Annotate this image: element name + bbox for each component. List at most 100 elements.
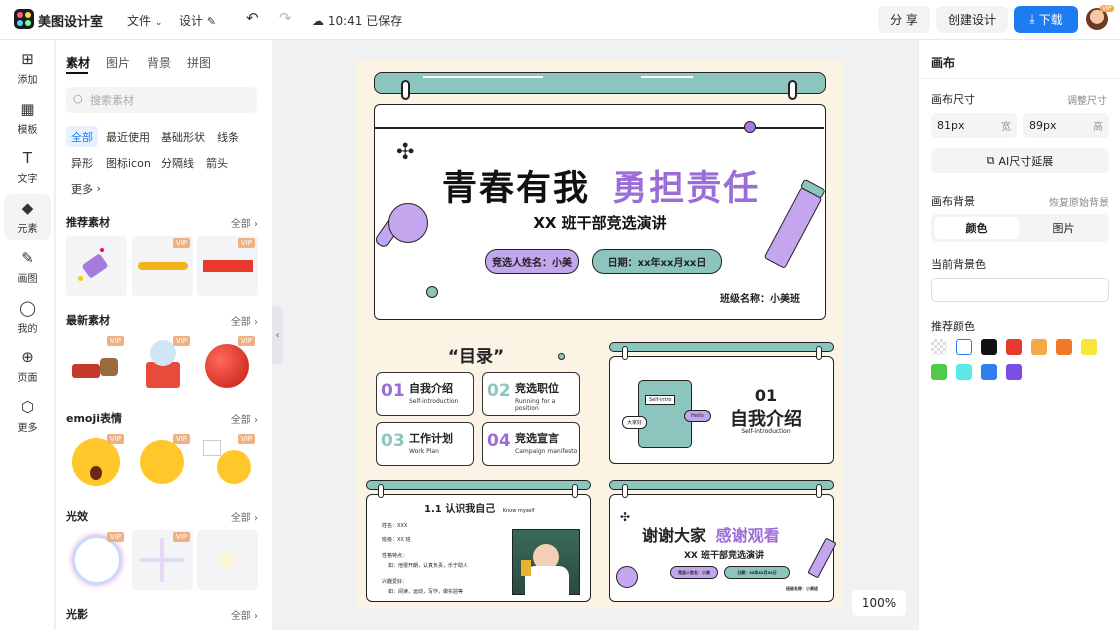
shapes-icon: ◆ [21,199,34,218]
current-bg-swatch[interactable] [931,278,1109,302]
right-panel: 画布 画布尺寸 调整尺寸 81px 宽 89px 高 ⧉ AI尺寸延展 画布背景 恢复… [918,40,1120,630]
nav-label: 元素 [17,224,38,236]
section-light-all[interactable]: 全部 › [231,509,258,524]
chip-more[interactable]: 更多 › [66,178,106,199]
color-swatch[interactable] [981,364,997,380]
color-swatch[interactable] [1056,339,1072,355]
thanks-subtitle: XX 班干部竞选演讲 [683,551,764,561]
width-input[interactable]: 81px 宽 [931,113,1017,138]
chip-basic-shapes[interactable]: 基础形状 [156,126,210,147]
section-recommended-all[interactable]: 全部 › [231,215,258,230]
thanks-slide[interactable]: ✣ 谢谢大家 感谢观看 XX 班干部竞选演讲 竞选人姓名：小美 日期：xx年xx… [604,476,844,608]
color-swatch[interactable] [1031,339,1047,355]
zoom-level: 100% [861,596,897,610]
chip-lines[interactable]: 线条 [212,126,244,147]
seg-color[interactable]: 颜色 [934,217,1019,239]
file-menu[interactable]: 文件 ⌄ [127,12,162,29]
save-status: ☁ 10:41 已保存 [312,14,403,28]
download-button[interactable]: ⤓ 下载 [1014,6,1078,33]
asset-thumb[interactable]: VIP [197,236,258,296]
class-name: 班级名称：小美班 [720,294,800,305]
color-swatch[interactable] [1006,339,1022,355]
create-design-button[interactable]: 创建设计 [936,6,1008,33]
restore-bg-link[interactable]: 恢复原始背景 [1049,194,1109,209]
color-swatch[interactable] [956,339,972,355]
nav-shapes[interactable]: ◆ 元素 [4,194,51,241]
search-input[interactable]: ○ 搜索素材 [66,87,257,113]
nav-draw[interactable]: ✎ 画图 [0,244,55,290]
zoom-control[interactable]: 100% [852,590,906,616]
color-swatch[interactable] [931,364,947,380]
nav-page-add[interactable]: ⊕ 页面 [0,343,55,389]
ai-extend-button[interactable]: ⧉ AI尺寸延展 [931,148,1109,173]
nav-user[interactable]: ◯ 我的 [0,294,55,340]
cover-subtitle: XX 班干部竞选演讲 [533,214,667,232]
section-emoji-title: emoji表情 [66,412,123,425]
color-swatch[interactable] [931,339,947,355]
asset-thumb[interactable]: VIP [132,432,193,492]
sparkle-icon: ✣ [396,140,415,165]
intro-slide[interactable]: Self-intro 大家好 Hello 01 自我介绍 Self-introd… [604,336,844,470]
know-slide[interactable]: 1.1 认识我自己 Know myself 姓名：XXX 班级：XX 班性格特点：… [356,476,596,608]
know-line: 班级：XX 班 [382,537,411,543]
top-binder-bar [374,72,826,94]
nav-label: 文字 [17,174,38,186]
cloud-icon: ☁ [312,14,324,28]
color-swatch[interactable] [1006,364,1022,380]
design-menu[interactable]: 设计 ✎ [179,12,216,29]
asset-thumb[interactable]: VIP [132,530,193,590]
asset-thumb[interactable] [197,530,258,590]
resize-link[interactable]: 调整尺寸 [1067,92,1107,107]
asset-thumb[interactable]: VIP [132,236,193,296]
chip-irregular[interactable]: 异形 [66,152,98,173]
nav-cube[interactable]: ⬡ 更多 [0,393,55,439]
intro-sub: Self-introduction [741,428,791,435]
color-swatch[interactable] [981,339,997,355]
nav-text[interactable]: T 文字 [0,144,55,190]
share-button[interactable]: 分 享 [878,6,930,33]
section-shadow-all[interactable]: 全部 › [231,607,258,622]
nav-label: 页面 [17,373,38,385]
binder-bar [366,480,591,490]
toc-slide[interactable]: “目录” 01 自我介绍 Self-introduction 02 竞选职位 Runnin… [356,336,596,470]
binder-ring [816,484,822,498]
asset-thumb[interactable]: VIP [197,334,258,394]
cover-slide[interactable]: ✣ 青春有我 勇担责任 XX 班干部竞选演讲 竞选人姓名：小美 日期：xx年xx… [356,60,844,332]
asset-thumb[interactable]: VIP [66,432,127,492]
app-logo-icon[interactable] [14,9,34,29]
chip-arrows[interactable]: 箭头 [201,152,233,173]
chip-dividers[interactable]: 分隔线 [156,152,199,173]
seg-image[interactable]: 图片 [1021,217,1106,239]
microphone-head [388,203,428,243]
tab-images[interactable]: 图片 [106,54,130,71]
height-input[interactable]: 89px 高 [1023,113,1109,138]
cover-title-black: 青春有我 [442,169,591,209]
collapse-panel-button[interactable]: ‹ [272,306,283,364]
redo-icon[interactable]: ↷ [279,9,292,27]
tab-backgrounds[interactable]: 背景 [147,54,171,71]
chevron-left-icon: ‹ [275,329,280,341]
user-icon: ◯ [19,298,36,317]
canvas-bg-label: 画布背景 [931,195,975,208]
asset-thumb[interactable]: VIP [66,334,127,394]
undo-icon[interactable]: ↶ [246,9,259,27]
tab-materials[interactable]: 素材 [66,54,90,71]
chip-icons[interactable]: 图标icon [101,152,156,173]
nav-template[interactable]: ▦ 模板 [0,95,55,141]
know-line: 性格特点： [382,553,408,559]
color-swatch[interactable] [1081,339,1097,355]
section-newest-all[interactable]: 全部 › [231,313,258,328]
asset-thumb[interactable]: VIP [132,334,193,394]
section-emoji-all[interactable]: 全部 › [231,411,258,426]
asset-thumb[interactable]: VIP [197,432,258,492]
design-canvas[interactable]: ✣ 青春有我 勇担责任 XX 班干部竞选演讲 竞选人姓名：小美 日期：xx年xx… [356,60,844,608]
chip-all[interactable]: 全部 [66,126,98,147]
color-swatch[interactable] [956,364,972,380]
binder-ring [788,80,797,100]
know-line: 兴趣爱好： [382,579,408,585]
chip-recent[interactable]: 最近使用 [101,126,155,147]
asset-thumb[interactable] [66,236,127,296]
tab-collage[interactable]: 拼图 [187,54,211,71]
asset-thumb[interactable]: VIP [66,530,127,590]
nav-plus-square[interactable]: ⊞ 添加 [0,45,55,91]
